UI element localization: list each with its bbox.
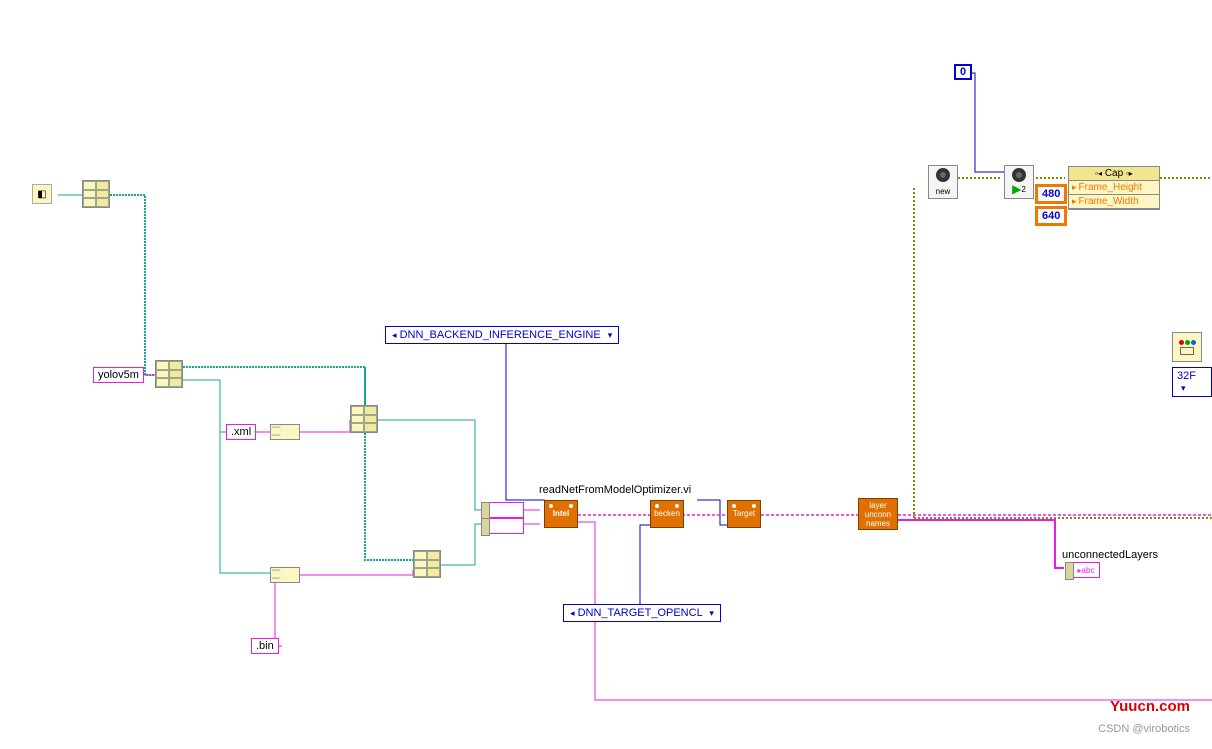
build-path-4 <box>413 550 441 578</box>
vi-intel: Intel <box>544 500 578 528</box>
cam-new: new <box>928 165 958 199</box>
image-type-node <box>1172 332 1202 362</box>
vi-layers-label: layer unconn names <box>865 501 891 528</box>
ring-format[interactable]: 32F ▾ <box>1172 367 1212 397</box>
unconnected-indicator: ▸abc <box>1072 562 1100 578</box>
prop-row-height[interactable]: Frame_Height <box>1069 181 1159 195</box>
rgb-icon <box>1178 340 1196 345</box>
vi-backend: becken <box>650 500 684 528</box>
path-to-str-2 <box>488 518 524 534</box>
vi-target: Target <box>727 500 761 528</box>
ring-backend-text: DNN_BACKEND_INFERENCE_ENGINE <box>400 329 601 341</box>
cam-play-label: 2 <box>1021 185 1025 194</box>
watermark-credit: CSDN @virobotics <box>1098 723 1190 735</box>
app-ref-icon: ◧ <box>32 184 52 204</box>
unconnected-label: unconnectedLayers <box>1062 549 1158 561</box>
build-path-3 <box>350 405 378 433</box>
camera-icon-2 <box>1012 168 1026 182</box>
ring-target-text: DNN_TARGET_OPENCL <box>578 607 703 619</box>
camera-icon <box>936 168 950 182</box>
const-yolo[interactable]: yolov5m <box>93 367 144 383</box>
play-icon: ▶ <box>1012 182 1021 196</box>
ring-backend[interactable]: ◂ DNN_BACKEND_INFERENCE_ENGINE ▾ <box>385 326 619 344</box>
watermark-site: Yuucn.com <box>1110 698 1190 715</box>
vi-intel-label: Intel <box>553 510 569 518</box>
concat-xml <box>270 424 300 440</box>
cam-new-label: new <box>936 187 951 196</box>
vi-target-label: Target <box>733 510 755 518</box>
vi-layers: layer unconn names <box>858 498 898 530</box>
build-path-2 <box>155 360 183 388</box>
ring-format-text: 32F <box>1177 370 1196 382</box>
cam-play: ▶ 2 <box>1004 165 1034 199</box>
const-zero[interactable]: 0 <box>954 64 972 80</box>
const-height[interactable]: 480 <box>1035 184 1067 204</box>
const-xml[interactable]: .xml <box>226 424 256 440</box>
prop-cap-header: ▫◂ Cap ▫▸ <box>1069 167 1159 181</box>
abc-icon: ▸abc <box>1078 566 1095 575</box>
vi-backend-label: becken <box>654 510 680 518</box>
prop-cap: ▫◂ Cap ▫▸ Frame_Height Frame_Width <box>1068 166 1160 210</box>
readnet-label: readNetFromModelOptimizer.vi <box>539 484 691 496</box>
const-bin[interactable]: .bin <box>251 638 279 654</box>
ring-target[interactable]: ◂ DNN_TARGET_OPENCL ▾ <box>563 604 721 622</box>
prop-row-width[interactable]: Frame_Width <box>1069 195 1159 209</box>
const-width[interactable]: 640 <box>1035 206 1067 226</box>
prop-cap-title: Cap <box>1105 168 1123 179</box>
concat-bin <box>270 567 300 583</box>
path-to-str-1 <box>488 502 524 518</box>
build-path-1 <box>82 180 110 208</box>
